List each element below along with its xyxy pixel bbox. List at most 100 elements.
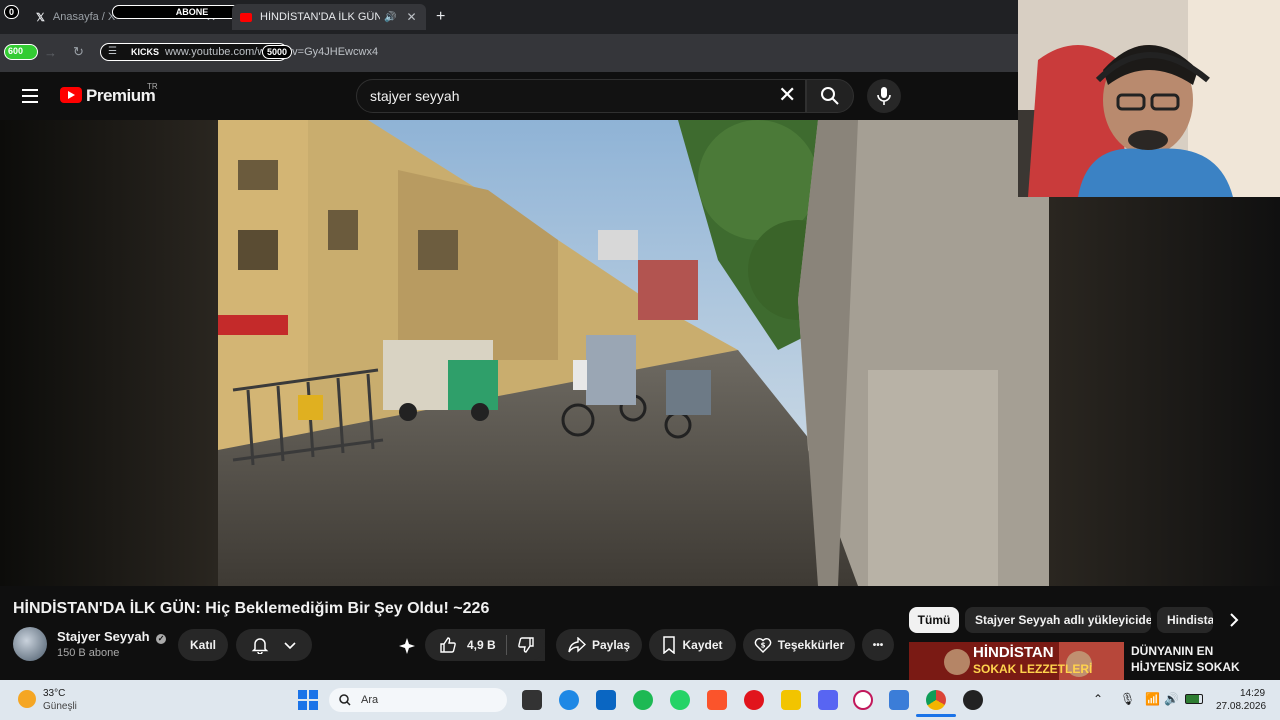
youtube-favicon-icon bbox=[240, 12, 252, 22]
search-value: stajyer seyyah bbox=[370, 88, 460, 104]
channel-name[interactable]: Stajyer Seyyah ✓ bbox=[57, 629, 167, 644]
more-actions-button[interactable]: ••• bbox=[862, 629, 894, 661]
whatsapp-icon[interactable] bbox=[670, 690, 690, 710]
search-icon bbox=[821, 87, 839, 105]
x-logo-icon: 𝕏 bbox=[36, 11, 45, 24]
kicks-counter-right: 5000 bbox=[262, 45, 293, 59]
channel-name-text: Stajyer Seyyah bbox=[57, 629, 150, 644]
forward-icon[interactable]: → bbox=[44, 45, 57, 60]
region-code: TR bbox=[147, 82, 158, 91]
abone-counter-left: 0 bbox=[4, 5, 20, 19]
join-button[interactable]: Katıl bbox=[178, 629, 228, 661]
clear-search-icon[interactable]: ✕ bbox=[778, 84, 796, 106]
svg-text:$: $ bbox=[760, 642, 765, 650]
spotify-icon[interactable] bbox=[633, 690, 653, 710]
heart-dollar-icon: $ bbox=[754, 638, 772, 653]
task-view-icon[interactable] bbox=[522, 690, 542, 710]
webcam-overlay bbox=[1018, 0, 1280, 197]
save-label: Kaydet bbox=[682, 638, 723, 652]
file-explorer-icon[interactable] bbox=[781, 690, 801, 710]
chevron-right-icon bbox=[1230, 613, 1239, 627]
chip-all[interactable]: Tümü bbox=[909, 607, 959, 633]
wifi-icon[interactable]: 📶 bbox=[1145, 692, 1160, 706]
recommended-video-title[interactable]: DÜNYANIN EN HİJYENSİZ SOKAK bbox=[1131, 643, 1271, 675]
subscriber-count: 150 B abone bbox=[57, 647, 120, 659]
new-tab-button[interactable]: + bbox=[436, 8, 445, 26]
video-player[interactable] bbox=[218, 120, 1049, 586]
app-circle-icon[interactable] bbox=[853, 690, 873, 710]
microphone-icon bbox=[877, 87, 891, 105]
ai-sparkle-icon[interactable] bbox=[398, 637, 416, 660]
tab-youtube[interactable]: HİNDİSTAN'DA İLK GÜN: Hi 🔊 ✕ bbox=[232, 4, 426, 30]
share-button[interactable]: Paylaş bbox=[556, 629, 642, 661]
thumbnail-text-line2: SOKAK LEZZETLERİ bbox=[973, 662, 1093, 676]
menu-icon[interactable] bbox=[22, 89, 38, 103]
video-ambient-left bbox=[0, 120, 218, 586]
volume-icon[interactable]: 🔊 bbox=[1164, 692, 1179, 706]
speaker-icon[interactable]: 🔊 bbox=[384, 12, 396, 23]
app-dark-icon[interactable] bbox=[963, 690, 983, 710]
youtube-brand[interactable]: Premium bbox=[86, 86, 156, 106]
verified-check-icon: ✓ bbox=[156, 634, 167, 644]
search-button[interactable] bbox=[806, 79, 854, 113]
thumbs-up-icon bbox=[440, 637, 456, 653]
video-title: HİNDİSTAN'DA İLK GÜN: Hiç Beklemediğim B… bbox=[13, 600, 490, 617]
youtube-logo-icon[interactable] bbox=[60, 87, 82, 103]
tab-title: HİNDİSTAN'DA İLK GÜN: Hi bbox=[260, 11, 380, 23]
discord-icon[interactable] bbox=[818, 690, 838, 710]
recommended-video-thumbnail[interactable]: HİNDİSTAN SOKAK LEZZETLERİ bbox=[909, 642, 1124, 680]
voice-search-button[interactable] bbox=[867, 79, 901, 113]
sun-weather-icon[interactable] bbox=[18, 690, 36, 708]
channel-avatar[interactable] bbox=[13, 627, 47, 661]
video-ambient-right bbox=[1049, 197, 1280, 586]
thanks-button[interactable]: $ Teşekkürler bbox=[743, 629, 855, 661]
site-settings-icon[interactable]: ☰ bbox=[108, 46, 117, 57]
chip-label: Tümü bbox=[917, 613, 951, 627]
share-icon bbox=[568, 637, 586, 653]
search-input[interactable]: stajyer seyyah bbox=[356, 79, 806, 113]
active-app-indicator bbox=[916, 714, 956, 717]
chip-hindistan[interactable]: Hindista bbox=[1157, 607, 1213, 633]
weather-desc[interactable]: Güneşli bbox=[43, 701, 77, 712]
mail-icon[interactable] bbox=[889, 690, 909, 710]
close-tab-icon[interactable]: ✕ bbox=[406, 10, 416, 24]
notification-button[interactable] bbox=[236, 629, 312, 661]
search-icon bbox=[339, 694, 351, 706]
thumbs-down-icon bbox=[518, 637, 534, 653]
thumbnail-text-line1: HİNDİSTAN bbox=[973, 644, 1054, 661]
bookmark-icon bbox=[663, 636, 676, 654]
reload-icon[interactable]: ↻ bbox=[73, 44, 84, 60]
chip-label: Stajyer Seyyah adlı yükleyiciden bbox=[975, 613, 1151, 627]
search-placeholder: Ara bbox=[361, 694, 379, 706]
microphone-tray-icon[interactable]: 🎙 bbox=[1120, 692, 1135, 706]
abone-label: ABONE bbox=[175, 7, 209, 17]
clock-time[interactable]: 14:29 bbox=[1240, 688, 1265, 699]
edge-icon[interactable] bbox=[559, 690, 579, 710]
chip-next-button[interactable] bbox=[1226, 611, 1242, 634]
chrome-icon[interactable] bbox=[926, 690, 946, 710]
opera-icon[interactable] bbox=[744, 690, 764, 710]
chevron-up-icon[interactable]: ⌃ bbox=[1093, 692, 1103, 706]
chip-uploader[interactable]: Stajyer Seyyah adlı yükleyiciden bbox=[965, 607, 1151, 633]
kicks-label: KICKS bbox=[131, 47, 160, 57]
taskbar-search-input[interactable]: Ara bbox=[329, 688, 507, 712]
video-frame-street-scene bbox=[218, 120, 1049, 586]
join-label: Katıl bbox=[189, 638, 216, 652]
more-icon: ••• bbox=[872, 639, 884, 651]
share-label: Paylaş bbox=[591, 638, 631, 652]
weather-temp[interactable]: 33°C bbox=[43, 688, 65, 699]
app-icon[interactable] bbox=[596, 690, 616, 710]
chip-label: Hindista bbox=[1167, 613, 1213, 627]
battery-icon[interactable] bbox=[1185, 694, 1203, 704]
chevron-down-icon bbox=[284, 642, 296, 650]
windows-start-icon[interactable] bbox=[298, 690, 318, 710]
streamer-webcam-image bbox=[1018, 0, 1280, 197]
like-count: 4,9 B bbox=[467, 638, 496, 652]
clock-date[interactable]: 27.08.2026 bbox=[1216, 701, 1266, 712]
save-button[interactable]: Kaydet bbox=[649, 629, 736, 661]
tab-title: Anasayfa / X bbox=[52, 11, 116, 23]
thanks-label: Teşekkürler bbox=[777, 638, 845, 652]
bell-icon bbox=[251, 638, 269, 654]
dislike-button[interactable] bbox=[507, 629, 545, 661]
brave-icon[interactable] bbox=[707, 690, 727, 710]
